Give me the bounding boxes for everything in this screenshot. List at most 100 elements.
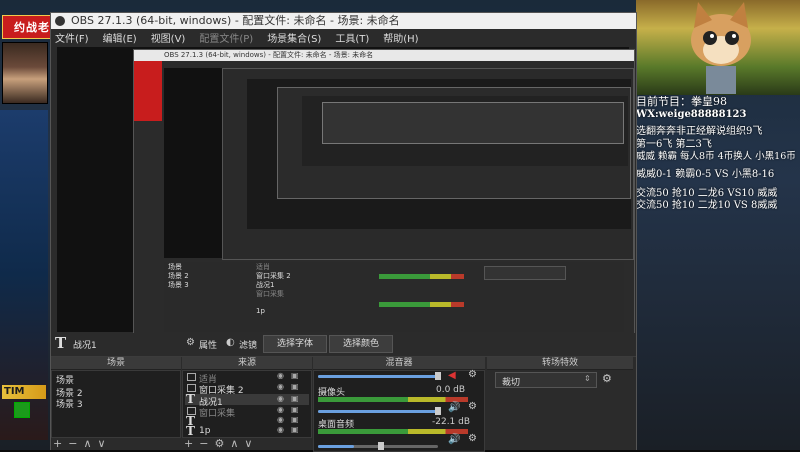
nested-obs-preview-1: OBS 27.1.3 (64-bit, windows) - 配置文件: 未命名… <box>133 49 635 334</box>
remove-scene-icon[interactable]: − <box>68 437 83 450</box>
eye-icon[interactable]: ◉ <box>277 405 284 414</box>
eye-icon[interactable]: ◉ <box>277 371 284 380</box>
transition-select[interactable]: 裁切 ⇕ <box>495 372 597 388</box>
scenes-list: 场景 场景 2 场景 3 <box>51 370 181 438</box>
transitions-header: 转场特效 <box>487 357 633 370</box>
remove-source-icon[interactable]: − <box>199 437 214 450</box>
nested-title-bar: OBS 27.1.3 (64-bit, windows) - 配置文件: 未命名… <box>134 50 634 61</box>
nested-preview <box>164 68 634 260</box>
menu-tools[interactable]: 工具(T) <box>335 30 369 45</box>
select-color-button[interactable]: 选择颜色 <box>329 335 393 353</box>
nested-docks: 场景 场景 2 场景 3 适肖 窗口采集 2 战况1 窗口采集 1p <box>164 262 624 332</box>
add-scene-icon[interactable]: + <box>53 437 68 450</box>
overlay-line-5: 威威 赖霸 每人8币 4币换人 小黑16币 <box>636 151 796 162</box>
mixer-header: 混音器 <box>313 357 485 370</box>
eye-icon[interactable]: ◉ <box>277 415 284 424</box>
source-item[interactable]: 窗口采集 2 ◉ ▣ <box>185 382 309 396</box>
sources-header: 来源 <box>182 357 312 370</box>
nested-obs-preview-3 <box>277 87 631 199</box>
properties-button[interactable]: 属性 <box>199 338 217 351</box>
volume-slider[interactable] <box>318 442 438 450</box>
nested-obs-preview-2 <box>222 68 634 260</box>
menu-scene-collection[interactable]: 场景集合(S) <box>267 30 321 45</box>
filters-button[interactable]: 滤镜 <box>239 338 257 351</box>
speaker-icon[interactable]: 🔊 <box>448 402 460 413</box>
sources-controls: +−⚙∧∨ <box>184 437 258 450</box>
gear-icon[interactable]: ⚙ <box>186 337 195 348</box>
selected-source-name: 战况1 <box>73 341 97 351</box>
chevron-down-icon: ⇕ <box>584 374 591 383</box>
mixer-panel: ◀ ⚙ 摄像头 0.0 dB 🔊 ⚙ 桌面音频 -22.1 dB 🔊 ⚙ <box>313 369 485 452</box>
text-source-icon: T <box>55 334 67 352</box>
eye-icon[interactable]: ◉ <box>277 382 284 391</box>
scenes-controls: +−∧∨ <box>53 437 112 450</box>
menu-profile[interactable]: 配置文件(P) <box>199 30 253 45</box>
level-meter <box>318 397 468 402</box>
nested-meter-1 <box>379 274 464 279</box>
gear-icon[interactable]: ⚙ <box>468 433 477 444</box>
source-settings-icon[interactable]: ⚙ <box>214 437 230 450</box>
move-up-icon[interactable]: ∧ <box>83 437 97 450</box>
scene-item[interactable]: 场景 2 <box>52 386 180 399</box>
scene-item[interactable]: 场景 <box>52 371 180 386</box>
source-item[interactable]: 适肖 ◉ ▣ <box>185 371 309 385</box>
eye-icon[interactable]: ◉ <box>277 425 284 434</box>
move-down-icon[interactable]: ∨ <box>244 437 258 450</box>
nested-meter-2 <box>379 302 464 307</box>
overlay-line-6: 威威0-1 赖霸0-5 VS 小黑8-16 <box>636 169 775 180</box>
menu-bar: 文件(F) 编辑(E) 视图(V) 配置文件(P) 场景集合(S) 工具(T) … <box>51 29 636 45</box>
volume-slider[interactable] <box>318 407 441 415</box>
add-source-icon[interactable]: + <box>184 437 199 450</box>
lock-icon[interactable]: ▣ <box>291 394 299 403</box>
speaker-icon[interactable]: 🔊 <box>448 434 460 445</box>
nested-preview-3 <box>302 96 628 166</box>
arrow-icon: ◀ <box>448 370 456 381</box>
transition-value: 裁切 <box>502 378 521 388</box>
text-icon: T <box>186 424 195 438</box>
nested-source-5: 1p <box>256 307 265 315</box>
menu-edit[interactable]: 编辑(E) <box>103 30 137 45</box>
filter-icon[interactable]: ◐ <box>226 337 235 348</box>
move-down-icon[interactable]: ∨ <box>98 437 112 450</box>
wechat-id: WX:weige88888123 <box>636 109 747 120</box>
menu-view[interactable]: 视图(V) <box>151 30 186 45</box>
cat-mascot-icon <box>691 2 751 94</box>
program-title: 目前节目：拳皇98 <box>636 95 727 108</box>
lock-icon[interactable]: ▣ <box>291 382 299 391</box>
lock-icon[interactable]: ▣ <box>291 371 299 380</box>
gear-icon[interactable]: ⚙ <box>468 401 477 412</box>
gear-icon[interactable]: ⚙ <box>468 369 477 380</box>
docks-area: 场景 场景 场景 2 场景 3 +−∧∨ 来源 适肖 ◉ ▣ 窗口采集 2 ◉ … <box>51 356 636 452</box>
eye-icon[interactable]: ◉ <box>277 394 284 403</box>
nested-scene-3: 场景 3 <box>168 281 189 289</box>
move-up-icon[interactable]: ∧ <box>230 437 244 450</box>
nested-transition <box>484 266 566 280</box>
scene-item[interactable]: 场景 3 <box>52 397 180 410</box>
preview-canvas[interactable]: OBS 27.1.3 (64-bit, windows) - 配置文件: 未命名… <box>57 47 635 334</box>
window-icon <box>187 384 196 392</box>
track-db: -22.1 dB <box>432 417 471 427</box>
text-icon: T <box>186 392 195 406</box>
gear-icon[interactable]: ⚙ <box>602 372 612 385</box>
player-portrait <box>2 42 48 104</box>
nested-obs-preview-4 <box>322 102 624 144</box>
source-item[interactable]: T 1p ◉ ▣ <box>185 424 309 438</box>
source-toolbar: T 战况1 ⚙ 属性 ◐ 滤镜 选择字体 选择颜色 <box>51 333 636 355</box>
overlay-line-3: 选翻奔奔非正经解说组织9飞 <box>636 126 763 137</box>
play-icon <box>14 402 30 418</box>
lock-icon[interactable]: ▣ <box>291 425 299 434</box>
track-db: 0.0 dB <box>436 385 466 395</box>
menu-help[interactable]: 帮助(H) <box>383 30 418 45</box>
menu-file[interactable]: 文件(F) <box>55 30 89 45</box>
lock-icon[interactable]: ▣ <box>291 405 299 414</box>
source-item-selected[interactable]: T 战况1 ◉ ▣ <box>185 392 309 408</box>
nested-logo <box>134 61 162 121</box>
volume-slider-top[interactable] <box>318 372 441 380</box>
source-label: 1p <box>199 426 211 436</box>
timer-label: TIM <box>2 385 46 399</box>
select-font-button[interactable]: 选择字体 <box>263 335 327 353</box>
overlay-line-8: 交流50 抢10 二龙10 VS 8威威 <box>636 200 778 211</box>
scenes-header: 场景 <box>51 357 181 370</box>
obs-window: OBS 27.1.3 (64-bit, windows) - 配置文件: 未命名… <box>50 12 637 452</box>
lock-icon[interactable]: ▣ <box>291 415 299 424</box>
